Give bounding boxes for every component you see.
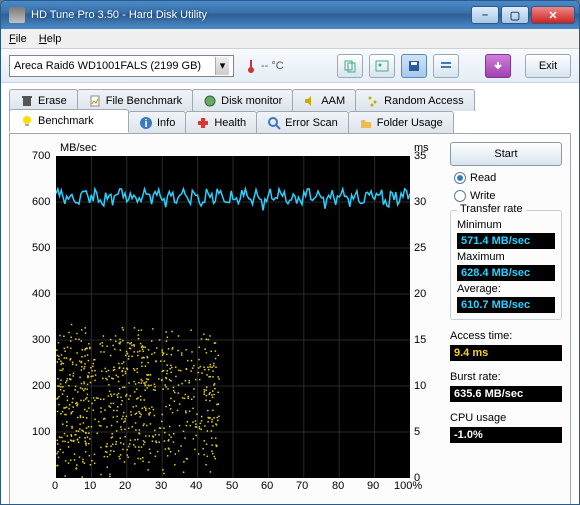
minimize-to-tray-button[interactable] bbox=[485, 54, 511, 78]
menu-bar: File Help bbox=[1, 29, 579, 49]
tab-disk-monitor[interactable]: Disk monitor bbox=[192, 89, 293, 111]
info-icon: i bbox=[139, 116, 153, 130]
bulb-icon bbox=[20, 114, 34, 128]
tab-error-scan[interactable]: Error Scan bbox=[256, 111, 349, 133]
side-panel: Start Read Write Transfer rate Minimum 5… bbox=[450, 142, 562, 443]
benchmark-chart: MB/sec ms bbox=[16, 142, 446, 505]
thermometer-icon bbox=[244, 59, 258, 73]
write-radio[interactable]: Write bbox=[450, 190, 562, 202]
folder-icon bbox=[359, 116, 373, 130]
access-time-value: 9.4 ms bbox=[450, 345, 562, 361]
radio-dot-icon bbox=[454, 190, 466, 202]
maximize-button[interactable]: ▢ bbox=[501, 6, 529, 24]
tab-random-access[interactable]: Random Access bbox=[355, 89, 474, 111]
search-icon bbox=[267, 116, 281, 130]
tabs-row-1: Erase File Benchmark Disk monitor AAM Ra… bbox=[9, 89, 571, 111]
disk-monitor-icon bbox=[203, 94, 217, 108]
app-window: HD Tune Pro 3.50 - Hard Disk Utility – ▢… bbox=[0, 0, 580, 505]
save-button[interactable] bbox=[401, 54, 427, 78]
health-icon bbox=[196, 116, 210, 130]
floppy-icon bbox=[407, 59, 421, 73]
drive-select-value: Areca Raid6 WD1001FALS (2199 GB) bbox=[14, 60, 201, 72]
copy-icon bbox=[343, 59, 357, 73]
tab-file-benchmark[interactable]: File Benchmark bbox=[77, 89, 193, 111]
tab-benchmark[interactable]: Benchmark bbox=[9, 109, 129, 133]
min-value: 571.4 MB/sec bbox=[457, 233, 555, 249]
read-radio[interactable]: Read bbox=[450, 172, 562, 184]
menu-help[interactable]: Help bbox=[39, 33, 62, 45]
trash-icon bbox=[20, 94, 34, 108]
chevron-down-icon: ▾ bbox=[215, 57, 229, 75]
tab-aam[interactable]: AAM bbox=[292, 89, 356, 111]
options-button[interactable] bbox=[433, 54, 459, 78]
svg-text:i: i bbox=[144, 118, 147, 130]
plot-area bbox=[56, 156, 410, 478]
tabs-row-2: Benchmark iInfo Health Error Scan Folder… bbox=[9, 111, 571, 133]
titlebar[interactable]: HD Tune Pro 3.50 - Hard Disk Utility – ▢… bbox=[1, 1, 579, 29]
max-value: 628.4 MB/sec bbox=[457, 265, 555, 281]
start-button[interactable]: Start bbox=[450, 142, 562, 166]
menu-file[interactable]: File bbox=[9, 33, 27, 45]
tab-erase[interactable]: Erase bbox=[9, 89, 78, 111]
radio-dot-icon bbox=[454, 172, 466, 184]
temperature-display: -- °C bbox=[244, 59, 284, 73]
tab-folder-usage[interactable]: Folder Usage bbox=[348, 111, 454, 133]
avg-value: 610.7 MB/sec bbox=[457, 297, 555, 313]
toolbar: Areca Raid6 WD1001FALS (2199 GB) ▾ -- °C… bbox=[1, 49, 579, 83]
close-button[interactable]: ✕ bbox=[531, 6, 575, 24]
burst-rate-value: 635.6 MB/sec bbox=[450, 386, 562, 402]
tab-info[interactable]: iInfo bbox=[128, 111, 186, 133]
exit-button[interactable]: Exit bbox=[525, 54, 571, 78]
window-title: HD Tune Pro 3.50 - Hard Disk Utility bbox=[31, 9, 471, 21]
file-bench-icon bbox=[88, 94, 102, 108]
options-icon bbox=[439, 59, 453, 73]
cpu-usage-value: -1.0% bbox=[450, 427, 562, 443]
speaker-icon bbox=[303, 94, 317, 108]
app-icon bbox=[9, 7, 25, 23]
tab-body: MB/sec ms bbox=[9, 133, 571, 505]
transfer-rate-group: Transfer rate Minimum 571.4 MB/sec Maxim… bbox=[450, 210, 562, 320]
screenshot-button[interactable] bbox=[369, 54, 395, 78]
arrow-down-icon bbox=[491, 59, 505, 73]
y1-axis-label: MB/sec bbox=[60, 142, 97, 154]
minimize-button[interactable]: – bbox=[471, 6, 499, 24]
random-icon bbox=[366, 94, 380, 108]
tab-health[interactable]: Health bbox=[185, 111, 257, 133]
image-icon bbox=[375, 59, 389, 73]
drive-select[interactable]: Areca Raid6 WD1001FALS (2199 GB) ▾ bbox=[9, 55, 234, 77]
copy-info-button[interactable] bbox=[337, 54, 363, 78]
